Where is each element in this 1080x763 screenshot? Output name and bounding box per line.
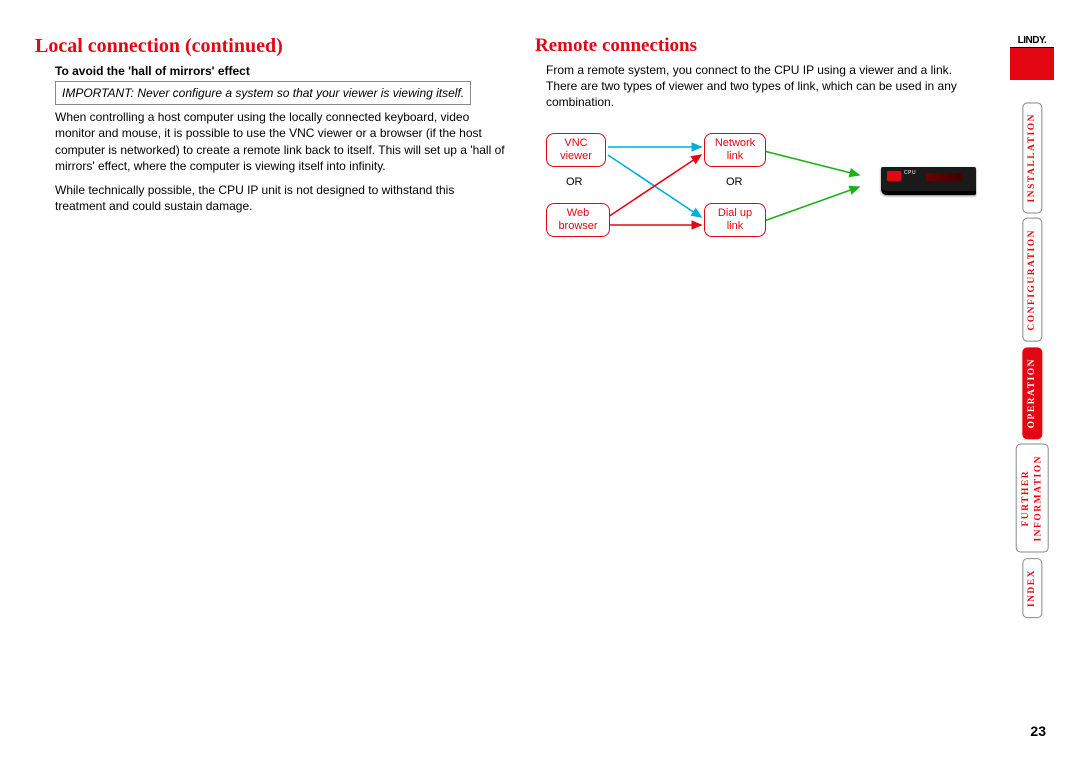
para-local-2: While technically possible, the CPU IP u… [55,182,505,214]
para-remote: From a remote system, you connect to the… [546,62,980,111]
cpu-ip-device-icon: CPU [881,167,976,195]
important-note: IMPORTANT: Never configure a system so t… [55,81,471,105]
section-title-remote: Remote connections [535,35,980,57]
diagram-box-dialup-link[interactable]: Dial up link [704,203,766,237]
subhead-hall-of-mirrors: To avoid the 'hall of mirrors' effect [55,64,505,78]
diagram-box-network-link[interactable]: Network link [704,133,766,167]
nav-installation[interactable]: INSTALLATION [1022,102,1042,213]
diagram-box-web-browser[interactable]: Web browser [546,203,610,237]
net-label-2: link [727,150,744,162]
vnc-label-1: VNC [564,137,587,149]
device-label: CPU [904,170,916,176]
diagram-or-right: OR [726,176,743,188]
dial-label-1: Dial up [718,207,752,219]
dial-label-2: link [727,220,744,232]
vnc-label-2: viewer [560,150,592,162]
side-navigation: LINDY. INSTALLATION CONFIGURATION OPERAT… [1010,36,1054,623]
nav-index[interactable]: INDEX [1022,558,1042,618]
remote-connection-diagram: VNC viewer OR Web browser Network link O… [546,119,966,259]
net-label-1: Network [715,137,755,149]
nav-further-information[interactable]: FURTHERINFORMATION [1016,444,1049,553]
para-local-1: When controlling a host computer using t… [55,109,505,174]
nav-configuration[interactable]: CONFIGURATION [1022,218,1042,342]
web-label-2: browser [558,220,597,232]
page-number: 23 [1030,723,1046,739]
diagram-or-left: OR [566,176,583,188]
nav-operation[interactable]: OPERATION [1022,347,1042,439]
diagram-box-vnc-viewer[interactable]: VNC viewer [546,133,606,167]
lindy-logo[interactable]: LINDY. [1010,36,1054,80]
logo-text: LINDY. [1010,35,1054,48]
section-title-local: Local connection (continued) [35,35,505,58]
web-label-1: Web [567,207,589,219]
